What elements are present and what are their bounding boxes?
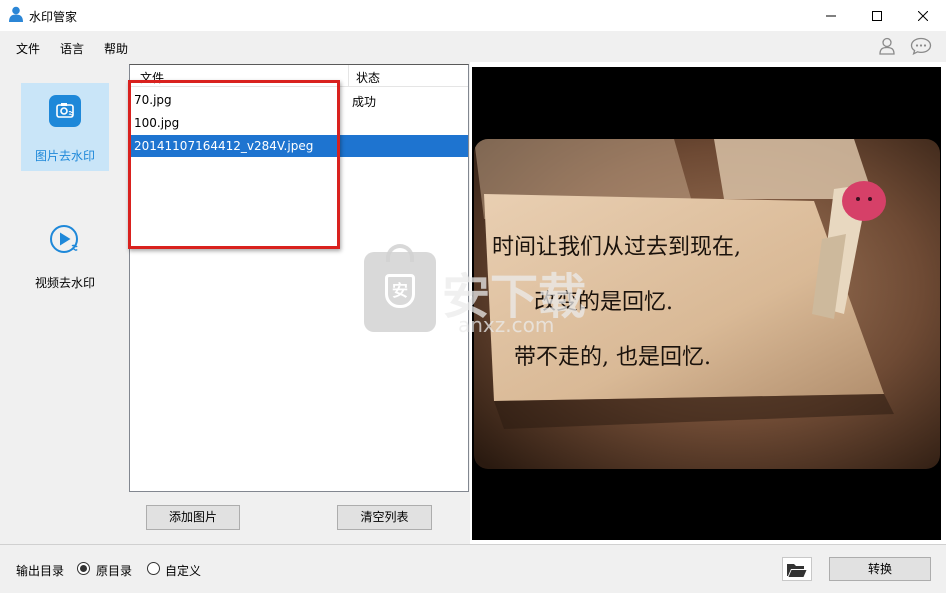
sidebar-item-label: 图片去水印 xyxy=(34,149,95,163)
user-icon[interactable] xyxy=(878,37,896,55)
video-watermark-icon xyxy=(50,225,78,253)
close-icon xyxy=(918,10,928,21)
menu-help[interactable]: 帮助 xyxy=(104,40,128,57)
radio-custom-dir[interactable] xyxy=(147,562,160,575)
menu-bar: 文件 语言 帮助 xyxy=(0,31,946,62)
sidebar-item-label: 视频去水印 xyxy=(34,276,95,290)
chat-icon[interactable] xyxy=(910,37,932,55)
minimize-button[interactable] xyxy=(808,0,854,31)
sidebar-item-image-watermark[interactable]: 图片去水印 xyxy=(21,83,109,171)
clear-list-button[interactable]: 清空列表 xyxy=(337,505,432,530)
app-logo-icon xyxy=(9,6,23,22)
file-status: 成功 xyxy=(352,95,377,109)
add-image-button[interactable]: 添加图片 xyxy=(146,505,240,530)
sidebar-item-video-watermark[interactable]: 视频去水印 xyxy=(21,212,109,300)
watermark-subtext: anxz.com xyxy=(458,313,555,337)
image-preview: 时间让我们从过去到现在, 改变的是回忆. 带不走的, 也是回忆. 安 安下载 a… xyxy=(364,67,941,540)
sidebar: 图片去水印 视频去水印 xyxy=(0,62,128,544)
image-watermark-icon xyxy=(49,95,81,127)
output-dir-label: 输出目录 xyxy=(16,564,65,578)
convert-button[interactable]: 转换 xyxy=(829,557,931,581)
annotation-highlight-box xyxy=(128,80,340,249)
handwriting-line-3: 带不走的, 也是回忆. xyxy=(514,345,711,370)
maximize-icon xyxy=(872,10,882,21)
menu-language[interactable]: 语言 xyxy=(60,40,84,57)
folder-open-icon xyxy=(787,564,807,577)
radio-original-label[interactable]: 原目录 xyxy=(96,562,132,579)
title-bar: 水印管家 xyxy=(0,0,946,31)
selection-highlight xyxy=(348,135,468,157)
radio-original-dir[interactable] xyxy=(77,562,90,575)
radio-custom-label[interactable]: 自定义 xyxy=(165,562,201,579)
minimize-icon xyxy=(826,15,836,16)
maximize-button[interactable] xyxy=(854,0,900,31)
open-folder-button[interactable] xyxy=(782,557,812,581)
column-header-status[interactable]: 状态 xyxy=(356,69,380,86)
watermark-bag-icon: 安 xyxy=(364,244,436,332)
close-button[interactable] xyxy=(900,0,946,31)
column-separator[interactable] xyxy=(348,65,349,87)
window-title: 水印管家 xyxy=(29,10,78,24)
bottom-bar: 输出目录 原目录 自定义 转换 xyxy=(0,544,946,593)
menu-file[interactable]: 文件 xyxy=(16,40,40,57)
